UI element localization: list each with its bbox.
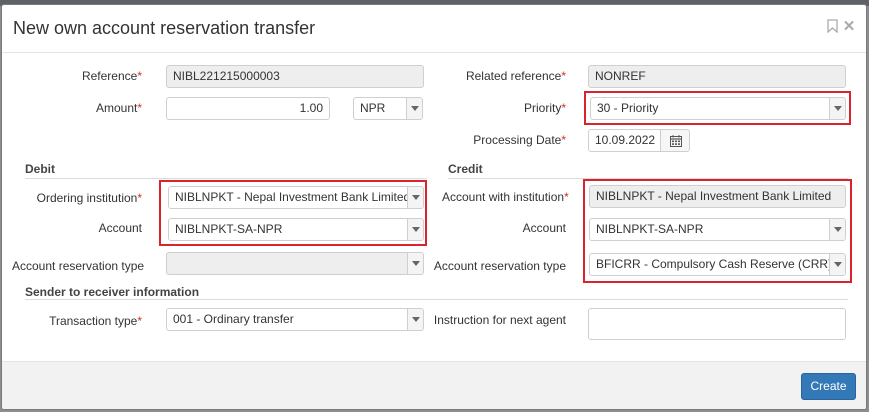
- close-icon[interactable]: ✕: [842, 19, 856, 35]
- priority-label-text: Priority: [523, 101, 562, 115]
- highlight-box-priority: [584, 91, 851, 125]
- transaction-type-select[interactable]: 001 - Ordinary transfer: [166, 308, 424, 331]
- bookmark-icon[interactable]: [825, 19, 839, 35]
- processing-date-label: Processing Date*: [442, 133, 566, 147]
- debit-divider: [25, 178, 427, 179]
- required-marker: *: [561, 101, 566, 115]
- amount-label-text: Amount: [95, 101, 138, 115]
- processing-date-label-text: Processing Date: [473, 133, 562, 147]
- debit-account-label: Account: [98, 221, 142, 235]
- transaction-type-label-text: Transaction type: [49, 314, 138, 328]
- debit-reservation-type-select[interactable]: [166, 252, 424, 275]
- chevron-down-icon: [407, 253, 423, 274]
- required-marker: *: [137, 191, 142, 205]
- calendar-icon: [670, 135, 682, 147]
- reference-field[interactable]: NIBL221215000003: [166, 65, 424, 88]
- priority-label: Priority*: [442, 101, 566, 115]
- chevron-down-icon: [406, 98, 422, 119]
- sender-info-divider: [25, 299, 848, 300]
- amount-label: Amount*: [42, 101, 142, 115]
- calendar-button[interactable]: [660, 129, 690, 152]
- ordering-institution-label-text: Ordering institution: [36, 191, 138, 205]
- dialog-header: New own account reservation transfer ✕: [2, 5, 866, 53]
- related-reference-field[interactable]: NONREF: [588, 65, 846, 88]
- reference-label-text: Reference: [81, 69, 138, 83]
- credit-section-title: Credit: [448, 162, 483, 176]
- credit-account-label: Account: [522, 221, 566, 235]
- dialog-footer: Create: [2, 361, 866, 409]
- transaction-type-value: 001 - Ordinary transfer: [173, 312, 294, 326]
- chevron-down-icon: [407, 309, 423, 330]
- required-marker: *: [561, 133, 566, 147]
- required-marker: *: [561, 69, 566, 83]
- account-with-institution-label-text: Account with institution: [442, 190, 565, 204]
- create-button[interactable]: Create: [801, 373, 856, 400]
- currency-select[interactable]: NPR: [353, 97, 423, 120]
- debit-reservation-type-label: Account reservation type: [12, 259, 145, 273]
- reference-label: Reference*: [42, 69, 142, 83]
- transfer-dialog: New own account reservation transfer ✕ R…: [1, 4, 867, 410]
- dialog-title: New own account reservation transfer: [13, 18, 316, 38]
- required-marker: *: [137, 69, 142, 83]
- instruction-label: Instruction for next agent: [433, 313, 566, 327]
- transaction-type-label: Transaction type*: [42, 314, 142, 328]
- credit-reservation-type-label: Account reservation type: [433, 259, 566, 273]
- ordering-institution-label: Ordering institution*: [16, 191, 142, 205]
- debit-section-title: Debit: [25, 162, 55, 176]
- highlight-box-credit: [583, 179, 852, 283]
- required-marker: *: [137, 314, 142, 328]
- instruction-textarea[interactable]: [588, 308, 846, 340]
- processing-date-input[interactable]: 10.09.2022: [588, 129, 662, 152]
- highlight-box-debit: [159, 180, 427, 246]
- sender-info-section-title: Sender to receiver information: [25, 285, 200, 299]
- related-reference-label-text: Related reference: [465, 69, 562, 83]
- required-marker: *: [564, 190, 569, 204]
- related-reference-label: Related reference*: [442, 69, 566, 83]
- amount-field[interactable]: 1.00: [166, 97, 330, 120]
- account-with-institution-label: Account with institution*: [442, 190, 569, 204]
- required-marker: *: [137, 101, 142, 115]
